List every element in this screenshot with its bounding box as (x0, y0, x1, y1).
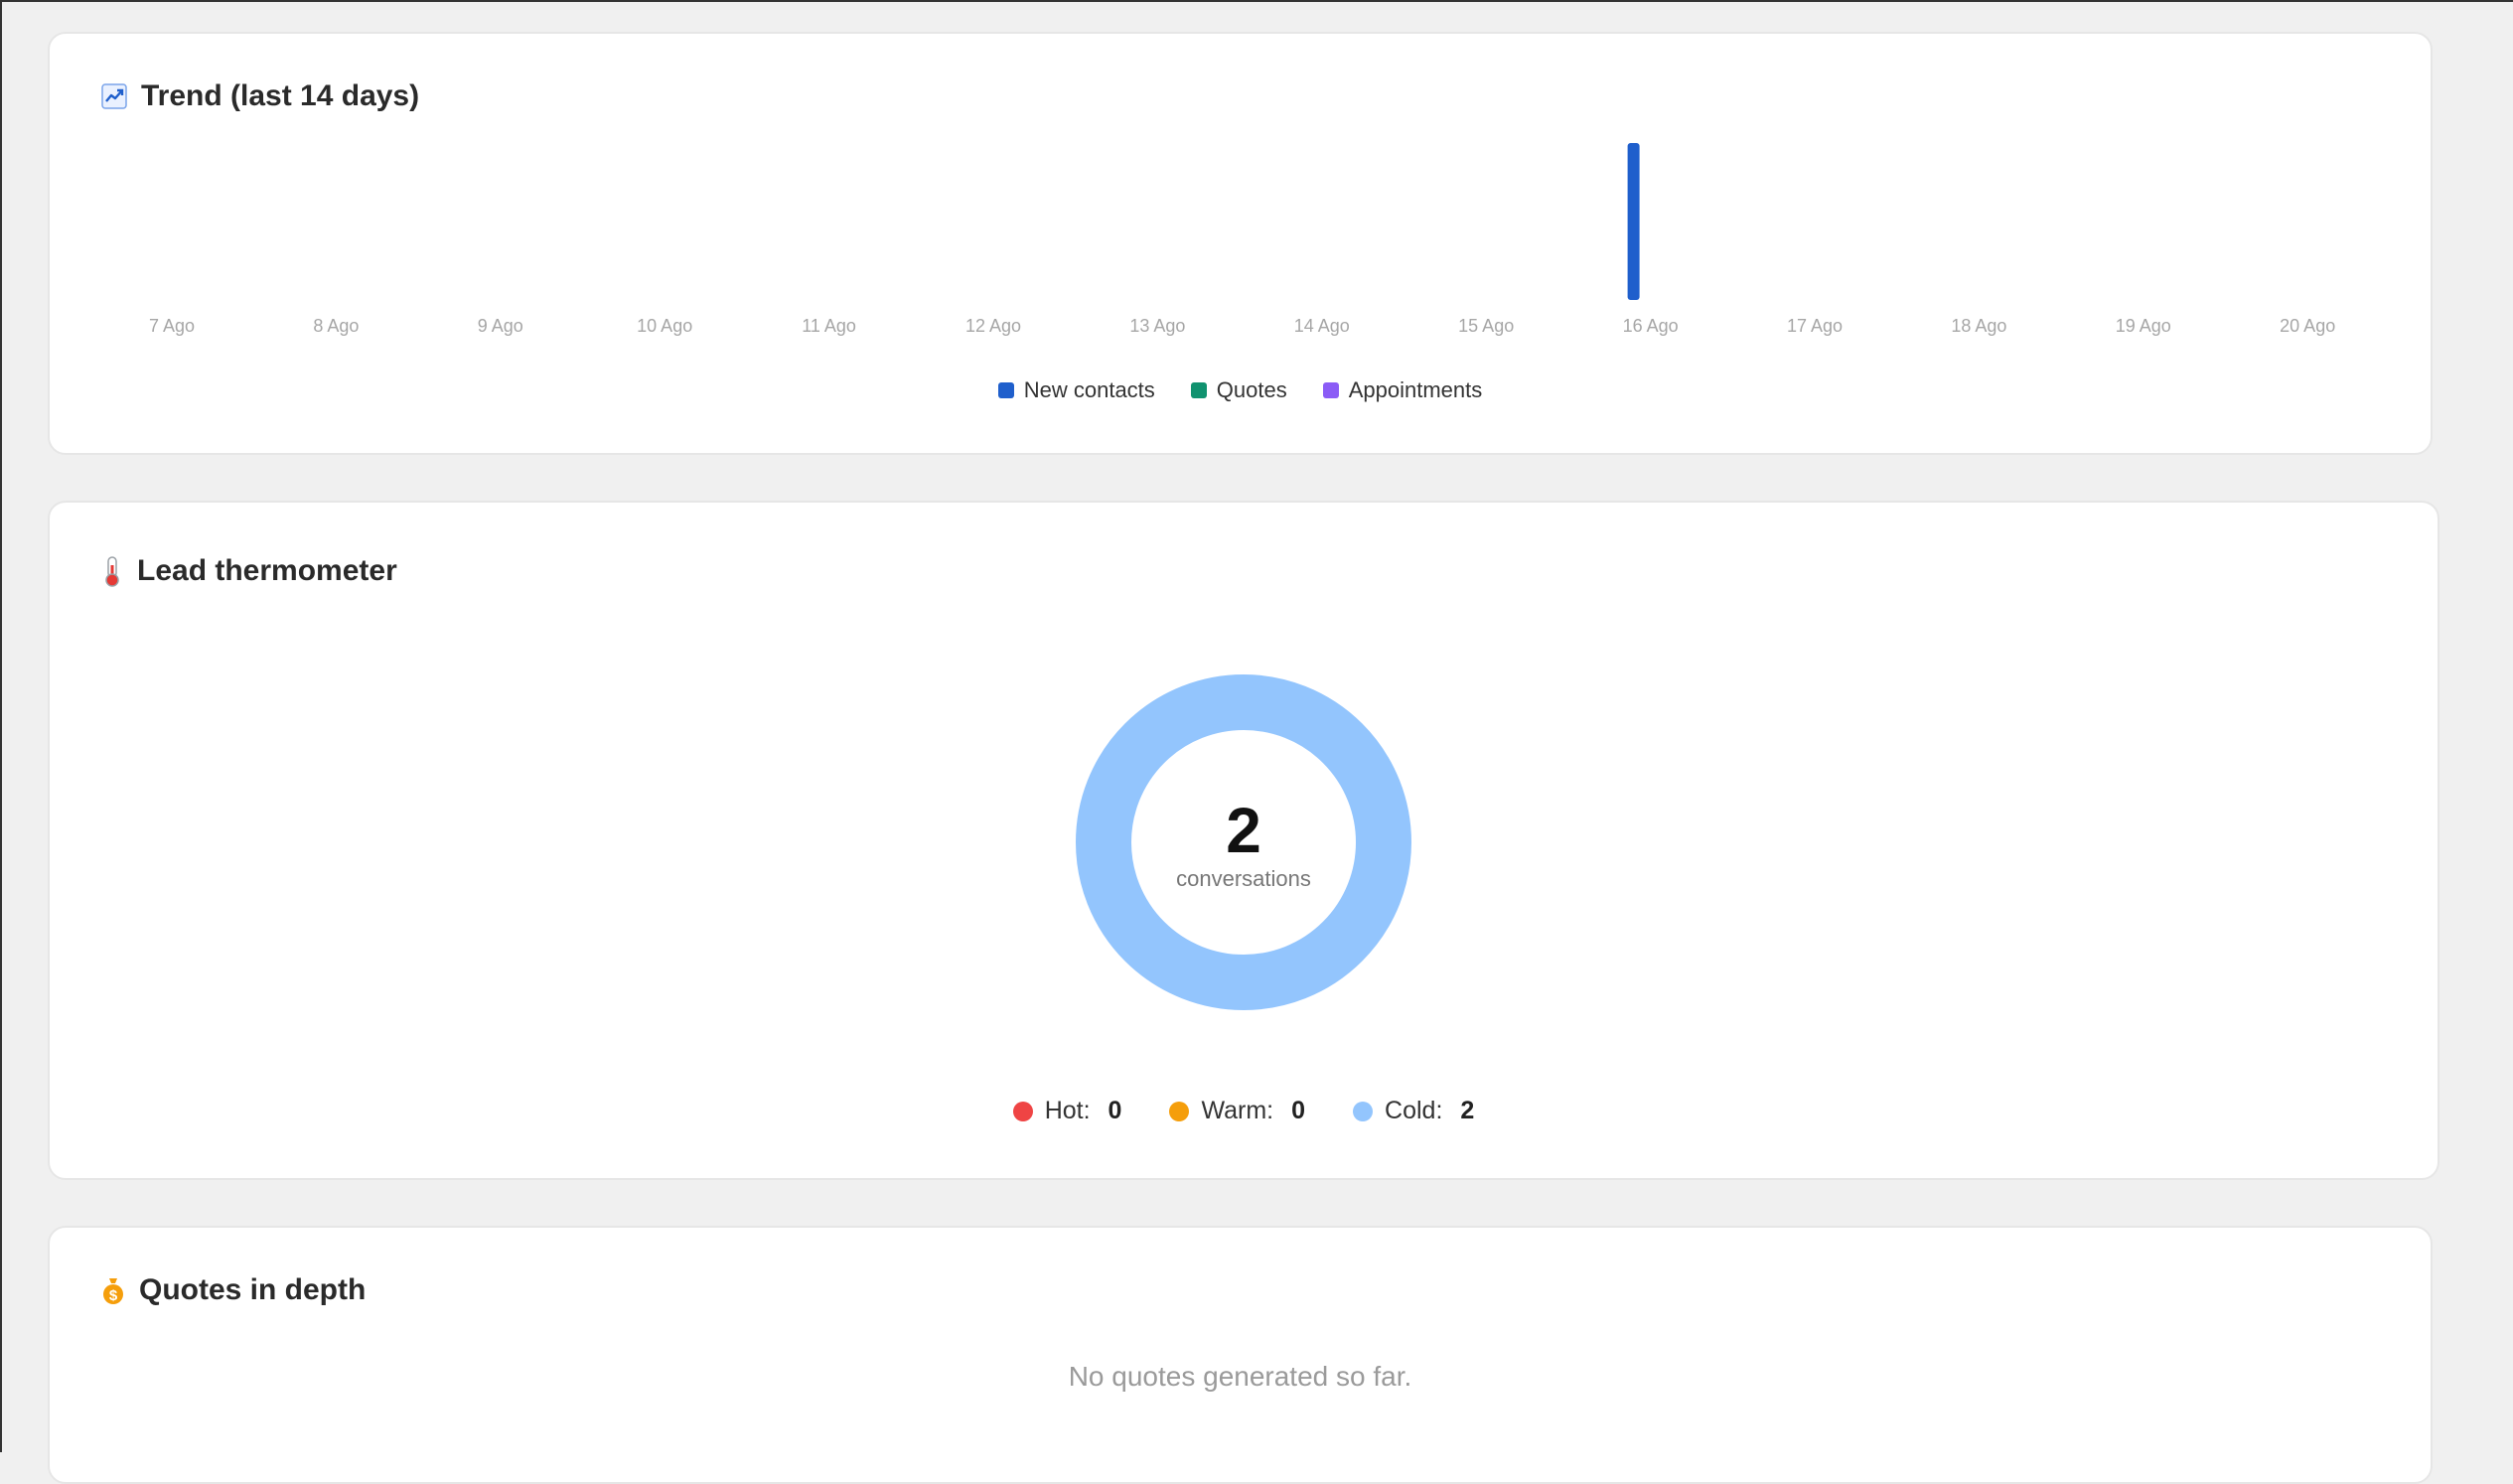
donut-total: 2 (1226, 795, 1261, 866)
donut-caption: conversations (1176, 866, 1311, 891)
hot-dot (1012, 1101, 1033, 1121)
quotes-title-text: Quotes in depth (139, 1273, 367, 1306)
trend-bar-chart: 7 Ago 8 Ago 9 Ago 10 Ago 11 Ago 12 Ago 13 Ago 1… (149, 143, 2335, 336)
quotes-title: $ Quotes in depth (101, 1273, 366, 1307)
x-tick-label: 20 Ago (2280, 316, 2335, 336)
hot-label: Hot: (1044, 1097, 1091, 1124)
x-tick-label: 8 Ago (313, 316, 359, 336)
cold-label: Cold: (1385, 1097, 1443, 1124)
trend-legend: New contacts Quotes Appointments (50, 377, 2431, 403)
x-tick-label: 19 Ago (2116, 316, 2171, 336)
legend-item-cold: Cold: 2 (1353, 1097, 1474, 1125)
legend-swatch (1322, 382, 1339, 398)
x-tick-label: 12 Ago (965, 316, 1021, 336)
lead-donut-chart: 2 conversations (1075, 673, 1412, 1011)
money-bag-icon: $ (101, 1275, 125, 1305)
x-tick-label: 16 Ago (1623, 316, 1679, 336)
bar-new-contacts[interactable] (1627, 143, 1640, 300)
legend-item-warm: Warm: 0 (1169, 1097, 1305, 1125)
legend-item-new-contacts[interactable]: New contacts (997, 377, 1155, 403)
x-tick-label: 18 Ago (1951, 316, 2006, 336)
x-tick-label: 11 Ago (802, 316, 856, 336)
hot-count: 0 (1108, 1097, 1122, 1124)
thermometer-legend: Hot: 0 Warm: 0 Cold: 2 (50, 1097, 2438, 1125)
legend-swatch (997, 382, 1014, 398)
legend-label: Quotes (1216, 377, 1287, 402)
trend-card: Trend (last 14 days) 7 Ago 8 Ago 9 Ago 10 A… (48, 32, 2433, 455)
legend-item-quotes[interactable]: Quotes (1190, 377, 1287, 403)
cold-dot (1353, 1101, 1374, 1121)
x-tick-label: 9 Ago (478, 316, 523, 336)
legend-swatch (1190, 382, 1207, 398)
thermometer-icon (101, 555, 123, 587)
x-tick-label: 15 Ago (1458, 316, 1514, 336)
thermometer-title: Lead thermometer (101, 554, 397, 588)
x-tick-label: 13 Ago (1129, 316, 1185, 336)
warm-label: Warm: (1201, 1097, 1274, 1124)
quotes-empty-message: No quotes generated so far. (1068, 1361, 1412, 1392)
legend-label: New contacts (1023, 377, 1155, 402)
svg-text:$: $ (109, 1287, 118, 1304)
x-tick-label: 17 Ago (1787, 316, 1843, 336)
x-tick-label: 14 Ago (1294, 316, 1350, 336)
warm-count: 0 (1291, 1097, 1306, 1124)
quotes-card: $ Quotes in depth No quotes generated so… (48, 1226, 2433, 1484)
thermometer-title-text: Lead thermometer (137, 554, 397, 587)
legend-label: Appointments (1348, 377, 1483, 402)
x-tick-label: 10 Ago (637, 316, 692, 336)
legend-item-appointments[interactable]: Appointments (1322, 377, 1483, 403)
cold-count: 2 (1460, 1097, 1475, 1124)
warm-dot (1169, 1101, 1190, 1121)
x-tick-label: 7 Ago (149, 316, 195, 336)
lead-thermometer-card: Lead thermometer 2 conversations Hot: 0 … (48, 501, 2439, 1180)
legend-item-hot: Hot: 0 (1012, 1097, 1122, 1125)
